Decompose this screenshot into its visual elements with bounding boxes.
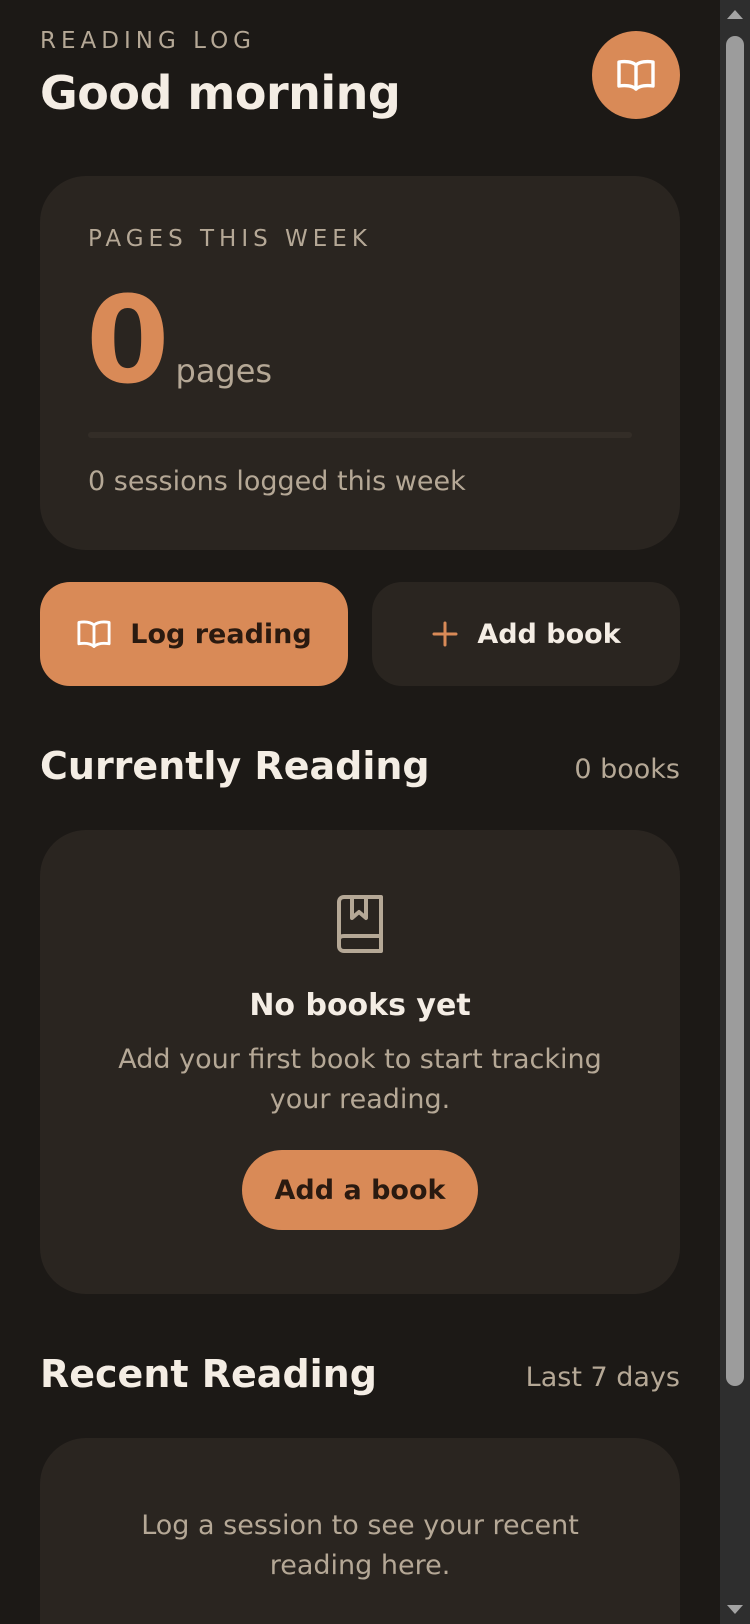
add-a-book-button[interactable]: Add a book [242, 1150, 478, 1230]
bookmarked-book-icon [337, 895, 383, 953]
recent-empty-text: Log a session to see your recent reading… [141, 1510, 579, 1581]
add-book-label: Add book [477, 618, 621, 650]
weekly-progress-bar [88, 432, 632, 438]
currently-reading-count: 0 books [574, 754, 680, 785]
app-eyebrow: READING LOG [40, 28, 256, 54]
open-book-icon [617, 59, 655, 91]
recent-reading-heading: Recent Reading [40, 1352, 377, 1396]
empty-state-title: No books yet [249, 988, 471, 1023]
weekly-stats-card: PAGES THIS WEEK 0 pages 0 sessions logge… [40, 176, 680, 550]
pages-unit: pages [175, 352, 273, 390]
greeting-title: Good morning [40, 66, 401, 120]
log-reading-button[interactable]: Log reading [40, 582, 348, 686]
profile-button[interactable] [592, 31, 680, 119]
stats-value-row: 0 pages [86, 276, 272, 408]
pages-count: 0 [86, 272, 169, 411]
add-book-button[interactable]: Add book [372, 582, 680, 686]
recent-reading-card: Log a session to see your recent reading… [40, 1438, 680, 1624]
currently-reading-empty-card: No books yet Add your first book to star… [40, 830, 680, 1294]
open-book-icon [77, 620, 111, 648]
currently-reading-heading: Currently Reading [40, 744, 430, 788]
recent-reading-range: Last 7 days [525, 1362, 680, 1393]
app-page: READING LOG Good morning PAGES THIS WEEK… [0, 0, 720, 1624]
scroll-down-arrow-icon[interactable] [727, 1605, 743, 1614]
stats-label: PAGES THIS WEEK [88, 226, 372, 252]
sessions-summary: 0 sessions logged this week [88, 466, 466, 497]
log-reading-label: Log reading [130, 618, 312, 650]
empty-state-description: Add your first book to start tracking yo… [118, 1044, 602, 1115]
header: READING LOG Good morning [40, 24, 680, 124]
plus-icon [432, 621, 458, 647]
scroll-up-arrow-icon[interactable] [727, 10, 743, 19]
vertical-scrollbar[interactable] [720, 0, 750, 1624]
scroll-thumb[interactable] [726, 36, 744, 1386]
